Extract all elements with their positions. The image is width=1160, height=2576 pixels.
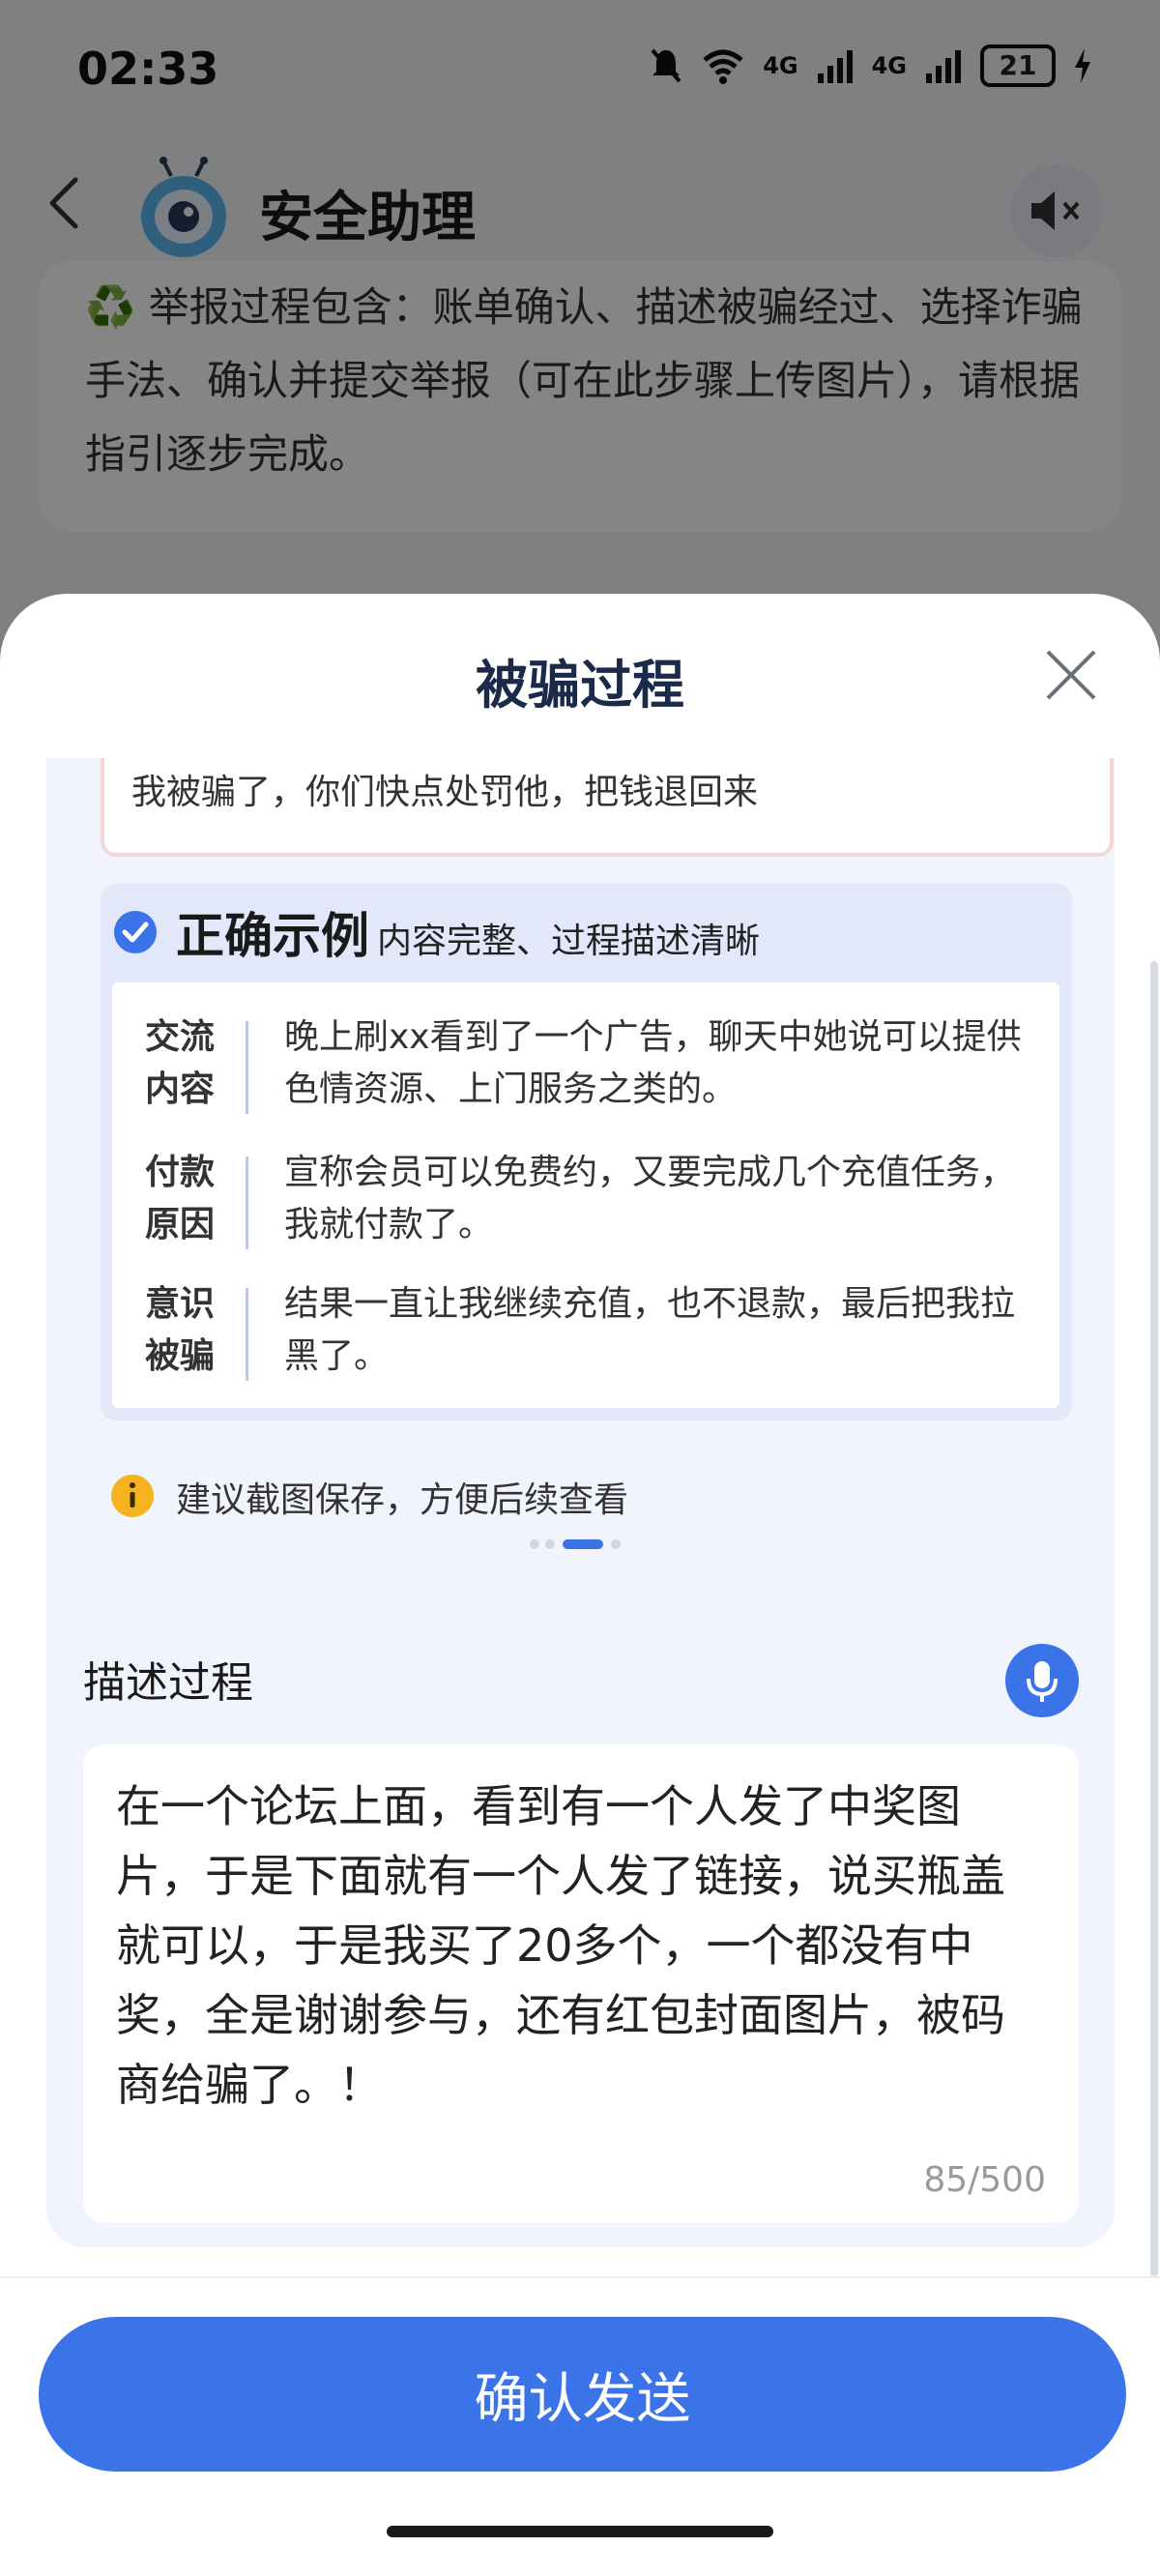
describe-textarea[interactable]: 在一个论坛上面，看到有一个人发了中奖图片，于是下面就有一个人发了链接，说买瓶盖就… [83, 1744, 1079, 2223]
footer-divider [0, 2276, 1160, 2278]
carousel-dot [545, 1539, 555, 1549]
row-divider [246, 1288, 248, 1381]
example-row-label: 付款原因 [145, 1153, 216, 1244]
confirm-send-button[interactable]: 确认发送 [39, 2317, 1126, 2472]
microphone-icon [1027, 1661, 1058, 1702]
describe-title: 描述过程 [83, 1658, 253, 1708]
scrollbar[interactable] [1150, 961, 1158, 2276]
example-row-label: 意识被骗 [145, 1284, 216, 1376]
describe-text[interactable]: 在一个论坛上面，看到有一个人发了中奖图片，于是下面就有一个人发了链接，说买瓶盖就… [116, 1771, 1044, 2120]
example-row: 付款原因 宣称会员可以免费约，又要完成几个充值任务，我就付款了。 [112, 1147, 1059, 1253]
character-count: 85/500 [923, 2160, 1046, 2200]
carousel-dot-active [563, 1539, 603, 1549]
correct-example-card: 正确示例 内容完整、过程描述清晰 交流内容 晚上刷xx看到了一个广告，聊天中她说… [101, 884, 1072, 1420]
carousel-dot [611, 1539, 621, 1549]
dim-overlay[interactable] [0, 0, 1160, 696]
example-row: 意识被骗 结果一直让我继续充值，也不退款，最后把我拉黑了。 [112, 1278, 1059, 1385]
wrong-example-card: 我被骗了，你们快点处罚他，把钱退回来 [101, 758, 1114, 857]
wrong-example-text: 我被骗了，你们快点处罚他，把钱退回来 [131, 773, 759, 812]
example-table: 交流内容 晚上刷xx看到了一个广告，聊天中她说可以提供色情资源、上门服务之类的。… [112, 982, 1059, 1408]
carousel-indicator [530, 1539, 646, 1549]
example-row-content: 晚上刷xx看到了一个广告，聊天中她说可以提供色情资源、上门服务之类的。 [284, 1017, 1022, 1109]
info-icon [111, 1475, 154, 1517]
example-row-label: 交流内容 [145, 1017, 216, 1109]
correct-example-subtitle: 内容完整、过程描述清晰 [377, 922, 761, 961]
describe-section: 描述过程 在一个论坛上面，看到有一个人发了中奖图片，于是下面就有一个人发了链接，… [46, 1619, 1115, 2247]
check-circle-icon [114, 911, 157, 953]
example-carousel[interactable]: 我被骗了，你们快点处罚他，把钱退回来 正确示例 内容完整、过程描述清晰 交流内容… [46, 758, 1115, 1759]
home-indicator[interactable] [387, 2526, 773, 2537]
correct-example-title: 正确示例 [176, 908, 369, 964]
close-icon[interactable] [1042, 646, 1100, 704]
example-row-content: 宣称会员可以免费约，又要完成几个充值任务，我就付款了。 [284, 1153, 1016, 1244]
voice-input-button[interactable] [1005, 1644, 1079, 1717]
row-divider [246, 1021, 248, 1114]
row-divider [246, 1156, 248, 1249]
example-row-content: 结果一直让我继续充值，也不退款，最后把我拉黑了。 [284, 1284, 1016, 1376]
bottom-sheet: 被骗过程 我被骗了，你们快点处罚他，把钱退回来 正确示例 内容完整、过程描述清晰… [0, 594, 1160, 2576]
carousel-dot [530, 1539, 539, 1549]
sheet-title: 被骗过程 [476, 655, 684, 716]
example-row: 交流内容 晚上刷xx看到了一个广告，聊天中她说可以提供色情资源、上门服务之类的。 [112, 1011, 1059, 1118]
screenshot-tip: 建议截图保存，方便后续查看 [176, 1480, 629, 1520]
